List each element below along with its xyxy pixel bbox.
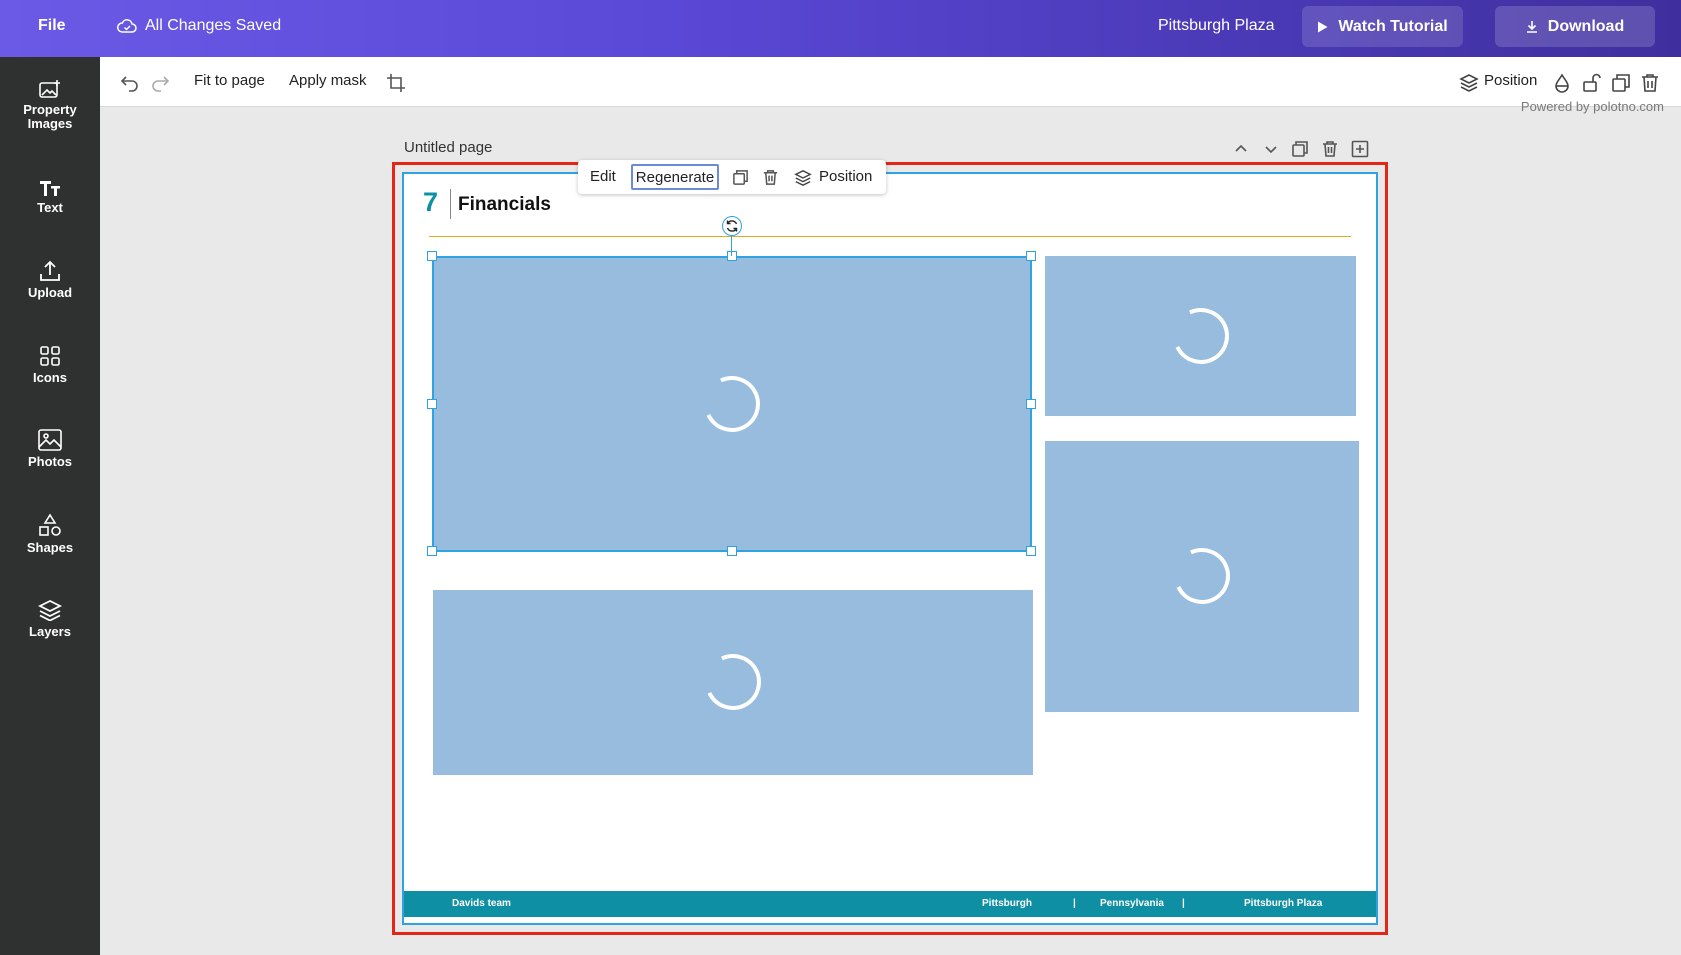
top-bar: File All Changes Saved Pittsburgh Plaza … xyxy=(0,0,1681,57)
heading-divider xyxy=(450,189,451,219)
resize-handle-bottom-right[interactable] xyxy=(1026,546,1036,556)
accent-rule[interactable] xyxy=(429,236,1351,237)
loading-spinner-icon xyxy=(1166,540,1238,612)
text-icon xyxy=(40,181,60,196)
resize-handle-bottom[interactable] xyxy=(727,546,737,556)
sidebar-item-label: Text xyxy=(37,200,63,215)
sidebar-item-photos[interactable]: Photos xyxy=(0,414,100,484)
shapes-icon xyxy=(39,513,61,536)
layers-icon xyxy=(38,599,62,621)
sidebar-item-icons[interactable]: Icons xyxy=(0,330,100,400)
sidebar-item-label: Photos xyxy=(27,454,73,469)
image-placeholder-top-right[interactable] xyxy=(1045,256,1356,416)
duplicate-icon[interactable] xyxy=(732,169,749,186)
powered-by-link[interactable]: Powered by polotno.com xyxy=(1521,100,1664,116)
section-title[interactable]: Financials xyxy=(458,194,551,216)
page-title[interactable]: Untitled page xyxy=(404,139,492,156)
photo-icon xyxy=(38,429,62,451)
apply-mask-button[interactable]: Apply mask xyxy=(289,72,367,89)
property-images-icon xyxy=(39,80,60,98)
delete-icon[interactable] xyxy=(762,169,779,186)
crop-icon[interactable] xyxy=(386,73,406,93)
download-button[interactable]: Download xyxy=(1495,6,1655,47)
resize-handle-right[interactable] xyxy=(1026,399,1036,409)
position-menu-button[interactable]: Position xyxy=(819,168,872,185)
layers-icon xyxy=(1459,74,1479,92)
footer-city: Pittsburgh xyxy=(982,898,1032,909)
delete-page-icon[interactable] xyxy=(1321,140,1339,158)
resize-handle-left[interactable] xyxy=(427,399,437,409)
rotate-icon xyxy=(726,220,738,232)
footer-property: Pittsburgh Plaza xyxy=(1244,898,1323,909)
sidebar-item-label: Layers xyxy=(29,624,71,639)
sidebar-item-upload[interactable]: Upload xyxy=(0,245,100,315)
rotate-connector xyxy=(731,236,732,256)
sidebar-item-label: Upload xyxy=(27,285,73,300)
grid-icon xyxy=(40,346,60,366)
play-icon xyxy=(1318,21,1328,32)
file-menu[interactable]: File xyxy=(38,17,66,35)
watch-tutorial-label: Watch Tutorial xyxy=(1338,17,1448,35)
footer-state: Pennsylvania xyxy=(1100,898,1164,909)
footer-separator: | xyxy=(1182,898,1185,909)
undo-icon[interactable] xyxy=(120,73,140,93)
selection-frame xyxy=(432,256,1032,552)
cloud-check-icon xyxy=(117,19,137,33)
footer-team: Davids team xyxy=(452,898,511,909)
sidebar-item-layers[interactable]: Layers xyxy=(0,584,100,654)
section-number[interactable]: 7 xyxy=(423,187,438,218)
resize-handle-top[interactable] xyxy=(727,251,737,261)
unlock-icon[interactable] xyxy=(1581,73,1601,93)
save-status-text: All Changes Saved xyxy=(145,17,282,34)
regenerate-button[interactable]: Regenerate xyxy=(631,164,719,190)
page-footer-bar[interactable]: Davids team Pittsburgh | Pennsylvania | … xyxy=(404,891,1376,917)
sidebar-item-property-images[interactable]: Property Images xyxy=(0,70,100,140)
loading-spinner-icon xyxy=(697,646,769,718)
upload-icon xyxy=(40,260,60,281)
sidebar-item-label: Property Images xyxy=(23,102,77,131)
resize-handle-top-right[interactable] xyxy=(1026,251,1036,261)
delete-icon[interactable] xyxy=(1640,73,1660,93)
position-button[interactable]: Position xyxy=(1484,72,1537,89)
loading-spinner-icon xyxy=(1165,300,1237,372)
duplicate-icon[interactable] xyxy=(1611,73,1631,93)
sidebar-item-text[interactable]: Text xyxy=(0,162,100,232)
footer-separator: | xyxy=(1073,898,1076,909)
redo-icon[interactable] xyxy=(150,73,170,93)
project-name: Pittsburgh Plaza xyxy=(1158,17,1275,34)
image-placeholder-middle-right[interactable] xyxy=(1045,441,1359,712)
sidebar-item-shapes[interactable]: Shapes xyxy=(0,499,100,569)
rotate-handle[interactable] xyxy=(722,216,742,236)
left-sidebar: Property Images Text Upload Icons Photos… xyxy=(0,57,100,955)
resize-handle-bottom-left[interactable] xyxy=(427,546,437,556)
add-page-icon[interactable] xyxy=(1351,140,1369,158)
opacity-icon[interactable] xyxy=(1552,73,1572,93)
save-status: All Changes Saved xyxy=(117,17,281,35)
edit-button[interactable]: Edit xyxy=(590,168,616,185)
download-label: Download xyxy=(1547,17,1625,35)
layers-icon xyxy=(794,169,812,187)
watch-tutorial-button[interactable]: Watch Tutorial xyxy=(1302,6,1463,47)
image-placeholder-bottom-left[interactable] xyxy=(433,590,1033,775)
fit-to-page-button[interactable]: Fit to page xyxy=(194,72,265,89)
download-icon xyxy=(1526,21,1537,33)
element-context-menu: Edit Regenerate Position xyxy=(578,160,886,194)
sidebar-item-label: Icons xyxy=(33,370,67,385)
resize-handle-top-left[interactable] xyxy=(427,251,437,261)
sidebar-item-label: Shapes xyxy=(26,540,74,555)
editor-toolbar: Fit to page Apply mask Position xyxy=(100,57,1681,107)
duplicate-page-icon[interactable] xyxy=(1291,140,1309,158)
move-page-up-icon[interactable] xyxy=(1232,140,1250,158)
move-page-down-icon[interactable] xyxy=(1262,140,1280,158)
